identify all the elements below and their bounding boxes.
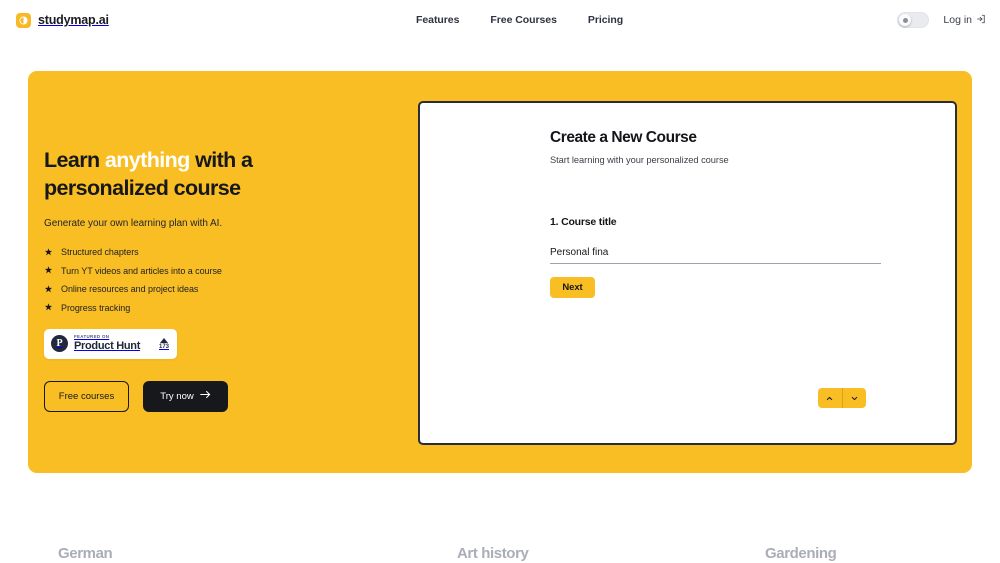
sun-dot-icon: [899, 14, 912, 26]
product-hunt-icon: P: [51, 335, 68, 353]
feature-label: Online resources and project ideas: [61, 284, 199, 295]
top-navbar: studymap.ai Features Free Courses Pricin…: [0, 0, 1000, 40]
step-up-button[interactable]: [818, 388, 842, 408]
arrow-right-icon: [199, 390, 211, 402]
card-subtitle: Start learning with your personalized co…: [550, 155, 729, 165]
list-item: Progress tracking: [44, 303, 404, 313]
feature-label: Structured chapters: [61, 247, 139, 258]
preview-card-title[interactable]: Gardening: [765, 545, 837, 562]
star-icon: [44, 266, 53, 274]
product-hunt-badge[interactable]: P FEATURED ON Product Hunt 173: [44, 328, 177, 359]
chevron-up-icon: [825, 391, 834, 406]
next-button[interactable]: Next: [550, 277, 595, 298]
preview-card-title[interactable]: Art history: [457, 545, 529, 562]
star-icon: [44, 284, 53, 292]
login-button[interactable]: Log in: [943, 14, 986, 27]
list-item: Online resources and project ideas: [44, 284, 404, 294]
feature-label: Turn YT videos and articles into a cours…: [61, 265, 222, 276]
feature-label: Progress tracking: [61, 302, 131, 313]
course-title-input[interactable]: [550, 247, 881, 264]
try-now-button[interactable]: Try now: [143, 380, 228, 412]
course-title-label: 1. Course title: [550, 216, 617, 228]
star-icon: [44, 247, 53, 255]
hero-copy: Learn anything with a personalized cours…: [44, 147, 404, 412]
hero-subtitle: Generate your own learning plan with AI.: [44, 218, 223, 230]
preview-card-title[interactable]: German: [58, 545, 113, 562]
nav-link-pricing[interactable]: Pricing: [588, 14, 623, 26]
course-title-field-wrap: [550, 242, 881, 264]
product-hunt-text: FEATURED ON Product Hunt: [74, 333, 153, 353]
hero-title-highlight: anything: [104, 148, 190, 172]
caret-up-icon: [159, 337, 168, 343]
brand-logo-link[interactable]: studymap.ai: [16, 12, 109, 28]
create-course-card: Create a New Course Start learning with …: [418, 101, 957, 445]
hero-cta-row: Free courses Try now: [44, 380, 404, 412]
nav-link-features[interactable]: Features: [416, 14, 459, 26]
list-item: Turn YT videos and articles into a cours…: [44, 266, 404, 276]
product-hunt-votes: 173: [158, 337, 169, 350]
create-course-card-body: Create a New Course Start learning with …: [420, 103, 955, 298]
free-courses-button[interactable]: Free courses: [44, 380, 129, 412]
feature-list: Structured chapters Turn YT videos and a…: [44, 247, 404, 313]
hero-title-part1: Learn: [44, 148, 105, 172]
login-arrow-icon: [976, 14, 986, 27]
nav-link-free-courses[interactable]: Free Courses: [490, 14, 557, 26]
login-label: Log in: [943, 14, 972, 26]
product-hunt-name: Product Hunt: [74, 340, 141, 353]
product-hunt-vote-count: 173: [158, 343, 169, 350]
brand-name: studymap.ai: [38, 13, 109, 27]
page-title: Learn anything with a personalized cours…: [44, 147, 364, 202]
theme-toggle[interactable]: [897, 12, 930, 28]
hero-section: Learn anything with a personalized cours…: [28, 71, 972, 473]
product-hunt-kicker: FEATURED ON: [74, 333, 110, 339]
star-icon: [44, 303, 53, 311]
step-down-button[interactable]: [841, 388, 867, 408]
nav-right-group: Log in: [897, 12, 986, 28]
contrast-circle-icon: [16, 12, 31, 28]
primary-nav: Features Free Courses Pricing: [416, 14, 623, 26]
step-navigation-stepper: [818, 388, 866, 408]
chevron-down-icon: [850, 391, 859, 406]
card-title: Create a New Course: [550, 129, 697, 146]
try-now-label: Try now: [160, 390, 194, 402]
list-item: Structured chapters: [44, 247, 404, 257]
